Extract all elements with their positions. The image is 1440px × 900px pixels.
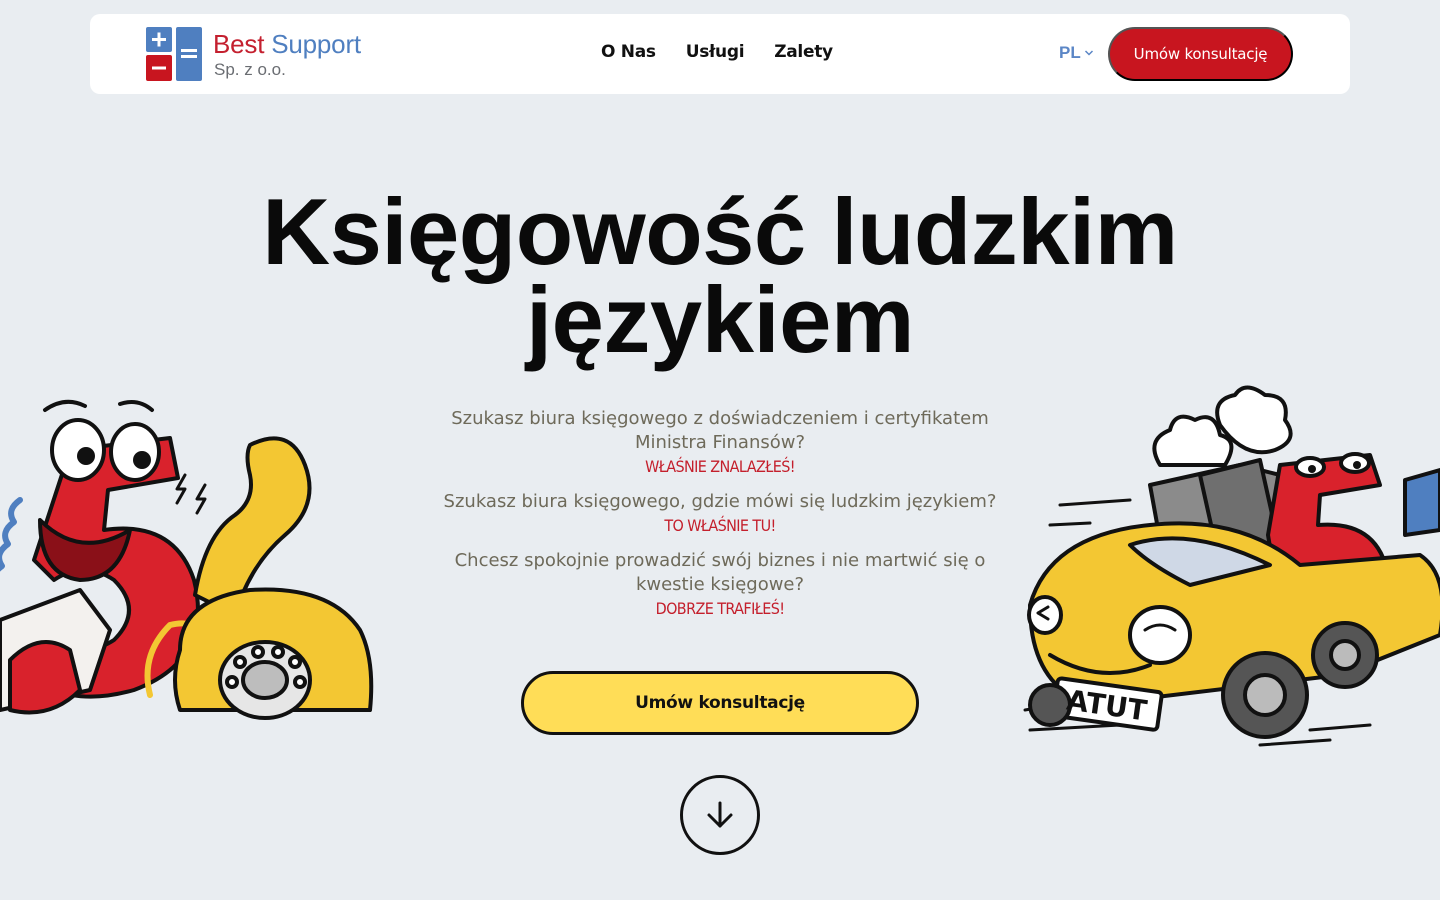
- question-text: Szukasz biura księgowego, gdzie mówi się…: [443, 491, 997, 512]
- car-illustration: ATUT: [1023, 385, 1440, 747]
- question-block: Szukasz biura księgowego z doświadczenie…: [420, 407, 1020, 479]
- logo-title-support: Support: [271, 29, 361, 59]
- logo-title-best: Best: [213, 29, 265, 59]
- hero-consultation-button[interactable]: Umów konsultację: [521, 671, 919, 735]
- hero-title: Księgowość ludzkim językiem: [0, 185, 1440, 367]
- hero-title-line-2: językiem: [526, 267, 914, 372]
- nav-link-uslugi[interactable]: Usługi: [686, 42, 745, 62]
- question-text: Szukasz biura księgowego z doświadczenie…: [451, 408, 989, 453]
- header-consultation-button[interactable]: Umów konsultację: [1108, 27, 1293, 81]
- hero-questions: Szukasz biura księgowego z doświadczenie…: [420, 407, 1020, 632]
- question-answer: DOBRZE TRAFIŁEŚ!: [655, 599, 785, 618]
- question-text: Chcesz spokojnie prowadzić swój biznes i…: [454, 550, 986, 595]
- chevron-down-icon: [1084, 50, 1093, 56]
- top-navbar: Best Support Sp. z o.o. O Nas Usługi Zal…: [90, 14, 1350, 94]
- logo-subtitle: Sp. z o.o.: [214, 60, 286, 79]
- company-logo[interactable]: Best Support Sp. z o.o.: [146, 27, 376, 83]
- question-answer: TO WŁAŚNIE TU!: [664, 516, 776, 535]
- nav-link-o-nas[interactable]: O Nas: [601, 42, 656, 62]
- question-block: Chcesz spokojnie prowadzić swój biznes i…: [420, 549, 1020, 621]
- question-block: Szukasz biura księgowego, gdzie mówi się…: [420, 490, 1020, 538]
- logo-title: Best Support: [213, 29, 361, 60]
- calculator-logo-icon: [146, 27, 202, 81]
- nav-link-zalety[interactable]: Zalety: [774, 42, 833, 62]
- language-selector[interactable]: PL: [1059, 43, 1094, 63]
- scroll-down-button[interactable]: [680, 775, 760, 855]
- main-nav: O Nas Usługi Zalety: [601, 42, 833, 62]
- language-code: PL: [1059, 43, 1081, 62]
- arrow-down-icon: [707, 801, 733, 828]
- phone-character-illustration: [0, 399, 374, 720]
- question-answer: WŁAŚNIE ZNALAZŁEŚ!: [645, 457, 795, 476]
